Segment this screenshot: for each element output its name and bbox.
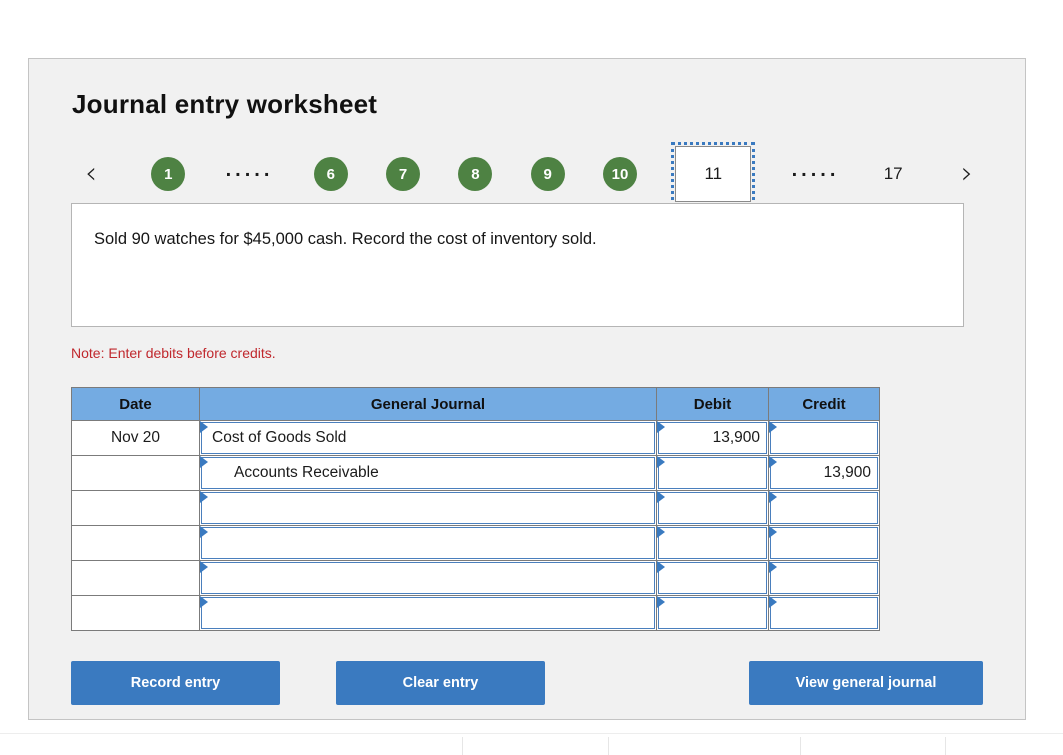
- debits-before-credits-note: Note: Enter debits before credits.: [71, 345, 276, 361]
- debit-cell[interactable]: [656, 595, 769, 631]
- table-row: [71, 490, 880, 526]
- account-input[interactable]: Cost of Goods Sold: [201, 422, 655, 454]
- date-cell[interactable]: [71, 455, 200, 491]
- page-title: Journal entry worksheet: [72, 89, 378, 119]
- date-cell[interactable]: Nov 20: [71, 420, 200, 456]
- account-cell[interactable]: [199, 490, 657, 526]
- credit-input[interactable]: [770, 527, 878, 559]
- credit-cell[interactable]: [768, 420, 880, 456]
- cell-marker-triangle-icon: [200, 491, 208, 503]
- cell-marker-triangle-icon: [200, 526, 208, 538]
- date-cell[interactable]: [71, 490, 200, 526]
- step-button-7[interactable]: 7: [386, 157, 421, 191]
- bottom-column-divider: [462, 737, 463, 755]
- cell-marker-triangle-icon: [657, 491, 665, 503]
- cell-marker-triangle-icon: [200, 561, 208, 573]
- column-header-credit: Credit: [768, 387, 880, 421]
- step-button-11-active[interactable]: 11: [671, 142, 756, 206]
- credit-cell[interactable]: 13,900: [768, 455, 880, 491]
- cell-marker-triangle-icon: [657, 456, 665, 468]
- step-ellipsis-right: .....: [791, 159, 840, 181]
- account-cell[interactable]: [199, 525, 657, 561]
- step-button-9[interactable]: 9: [530, 157, 565, 191]
- table-row: Accounts Receivable 13,900: [71, 455, 880, 491]
- debit-cell[interactable]: [656, 525, 769, 561]
- account-input[interactable]: [201, 597, 655, 629]
- debit-input[interactable]: [658, 457, 767, 489]
- chevron-right-icon[interactable]: ›: [945, 152, 989, 196]
- cell-marker-triangle-icon: [769, 561, 777, 573]
- debit-input[interactable]: 13,900: [658, 422, 767, 454]
- bottom-column-divider: [800, 737, 801, 755]
- journal-entry-table: Date General Journal Debit Credit Nov 20…: [71, 387, 880, 631]
- cell-marker-triangle-icon: [769, 526, 777, 538]
- chevron-left-icon[interactable]: ‹: [69, 152, 113, 196]
- clear-entry-button[interactable]: Clear entry: [336, 661, 545, 705]
- column-header-general-journal: General Journal: [199, 387, 657, 421]
- cell-marker-triangle-icon: [769, 491, 777, 503]
- cell-marker-triangle-icon: [657, 561, 665, 573]
- table-row: [71, 525, 880, 561]
- column-header-debit: Debit: [656, 387, 769, 421]
- debit-cell[interactable]: [656, 490, 769, 526]
- cell-marker-triangle-icon: [200, 421, 208, 433]
- table-header-row: Date General Journal Debit Credit: [71, 387, 880, 421]
- credit-input[interactable]: 13,900: [770, 457, 878, 489]
- account-cell[interactable]: [199, 560, 657, 596]
- account-input[interactable]: [201, 527, 655, 559]
- account-cell[interactable]: [199, 595, 657, 631]
- step-button-6[interactable]: 6: [313, 157, 348, 191]
- account-input[interactable]: Accounts Receivable: [201, 457, 655, 489]
- debit-cell[interactable]: [656, 560, 769, 596]
- cell-marker-triangle-icon: [200, 596, 208, 608]
- bottom-partial-table-strip: [0, 733, 1063, 755]
- credit-input[interactable]: [770, 562, 878, 594]
- step-navigation: ‹ 1 ..... 6 7 8 9 10 11 ..... 17 ›: [69, 142, 989, 206]
- credit-cell[interactable]: [768, 595, 880, 631]
- transaction-description-panel: Sold 90 watches for $45,000 cash. Record…: [71, 203, 964, 327]
- debit-cell[interactable]: 13,900: [656, 420, 769, 456]
- bottom-column-divider: [608, 737, 609, 755]
- column-header-date: Date: [71, 387, 200, 421]
- credit-cell[interactable]: [768, 560, 880, 596]
- account-cell[interactable]: Cost of Goods Sold: [199, 420, 657, 456]
- table-row: [71, 595, 880, 631]
- cell-marker-triangle-icon: [657, 421, 665, 433]
- credit-input[interactable]: [770, 597, 878, 629]
- debit-cell[interactable]: [656, 455, 769, 491]
- transaction-description-text: Sold 90 watches for $45,000 cash. Record…: [94, 230, 597, 248]
- date-cell[interactable]: [71, 525, 200, 561]
- debit-input[interactable]: [658, 527, 767, 559]
- table-row: [71, 560, 880, 596]
- date-cell[interactable]: [71, 595, 200, 631]
- step-ellipsis-left: .....: [225, 159, 274, 181]
- cell-marker-triangle-icon: [657, 596, 665, 608]
- credit-cell[interactable]: [768, 490, 880, 526]
- view-general-journal-button[interactable]: View general journal: [749, 661, 983, 705]
- account-input[interactable]: [201, 562, 655, 594]
- credit-cell[interactable]: [768, 525, 880, 561]
- step-button-10[interactable]: 10: [602, 157, 637, 191]
- debit-input[interactable]: [658, 597, 767, 629]
- debit-input[interactable]: [658, 562, 767, 594]
- bottom-column-divider: [945, 737, 946, 755]
- account-input[interactable]: [201, 492, 655, 524]
- step-button-17[interactable]: 17: [880, 164, 907, 184]
- record-entry-button[interactable]: Record entry: [71, 661, 280, 705]
- account-cell[interactable]: Accounts Receivable: [199, 455, 657, 491]
- date-cell[interactable]: [71, 560, 200, 596]
- cell-marker-triangle-icon: [769, 421, 777, 433]
- cell-marker-triangle-icon: [769, 456, 777, 468]
- step-button-8[interactable]: 8: [458, 157, 493, 191]
- debit-input[interactable]: [658, 492, 767, 524]
- credit-input[interactable]: [770, 492, 878, 524]
- credit-input[interactable]: [770, 422, 878, 454]
- step-button-1[interactable]: 1: [151, 157, 186, 191]
- journal-entry-worksheet-card: Journal entry worksheet ‹ 1 ..... 6 7 8 …: [28, 58, 1026, 720]
- cell-marker-triangle-icon: [200, 456, 208, 468]
- cell-marker-triangle-icon: [657, 526, 665, 538]
- cell-marker-triangle-icon: [769, 596, 777, 608]
- table-row: Nov 20 Cost of Goods Sold 13,900: [71, 420, 880, 456]
